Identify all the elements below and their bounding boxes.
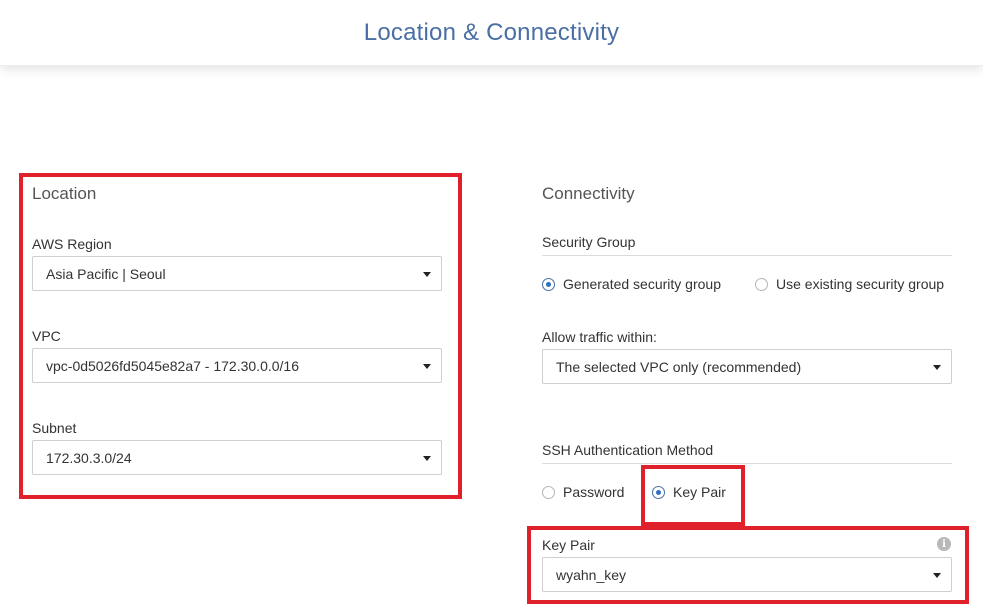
radio-unselected-icon[interactable] <box>755 277 768 291</box>
key-pair-value: wyahn_key <box>556 566 627 583</box>
chevron-down-icon <box>423 455 431 461</box>
aws-region-value: Asia Pacific | Seoul <box>46 265 166 282</box>
aws-region-label: AWS Region <box>32 236 112 252</box>
allow-traffic-select[interactable]: The selected VPC only (recommended) <box>542 349 952 384</box>
ssh-auth-label: SSH Authentication Method <box>542 442 714 458</box>
page-title: Location & Connectivity <box>363 18 620 46</box>
existing-security-group-option[interactable]: Use existing security group <box>755 276 944 292</box>
location-title: Location <box>32 184 97 203</box>
chevron-down-icon <box>423 363 431 369</box>
generated-security-group-label: Generated security group <box>563 276 721 292</box>
info-icon[interactable]: i <box>937 537 951 551</box>
key-pair-option-label: Key Pair <box>673 484 726 500</box>
password-option[interactable]: Password <box>542 484 624 500</box>
key-pair-select[interactable]: wyahn_key <box>542 557 952 592</box>
key-pair-label: Key Pair <box>542 537 595 553</box>
chevron-down-icon <box>423 271 431 277</box>
vpc-value: vpc-0d5026fd5045e82a7 - 172.30.0.0/16 <box>46 357 299 374</box>
radio-unselected-icon[interactable] <box>542 485 555 499</box>
allow-traffic-value: The selected VPC only (recommended) <box>556 358 802 375</box>
key-pair-option[interactable]: Key Pair <box>652 484 726 500</box>
vpc-select[interactable]: vpc-0d5026fd5045e82a7 - 172.30.0.0/16 <box>32 348 442 383</box>
generated-security-group-option[interactable]: Generated security group <box>542 276 721 292</box>
connectivity-title: Connectivity <box>542 184 635 203</box>
page-header: Location & Connectivity <box>0 0 983 66</box>
existing-security-group-label: Use existing security group <box>776 276 945 292</box>
subnet-label: Subnet <box>32 420 77 436</box>
security-group-divider <box>542 255 952 256</box>
radio-selected-icon[interactable] <box>542 277 555 291</box>
subnet-value: 172.30.3.0/24 <box>46 449 132 466</box>
security-group-label: Security Group <box>542 234 636 250</box>
chevron-down-icon <box>933 364 941 370</box>
subnet-select[interactable]: 172.30.3.0/24 <box>32 440 442 475</box>
vpc-label: VPC <box>32 328 61 344</box>
chevron-down-icon <box>933 572 941 578</box>
aws-region-select[interactable]: Asia Pacific | Seoul <box>32 256 442 291</box>
password-label: Password <box>563 484 625 500</box>
radio-selected-icon[interactable] <box>652 485 665 499</box>
allow-traffic-label: Allow traffic within: <box>542 329 657 345</box>
ssh-auth-divider <box>542 463 952 464</box>
